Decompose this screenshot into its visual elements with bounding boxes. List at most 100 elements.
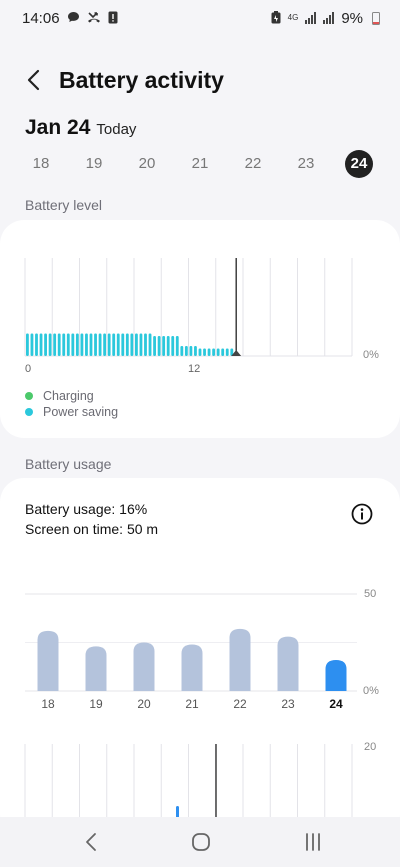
usage-bar-19 [85, 646, 107, 691]
day-item-24[interactable]: 24 [345, 150, 373, 178]
status-right: 4G 9% [271, 10, 380, 27]
battery-usage-chart: 18 19 20 21 22 23 24 50 0% [25, 588, 379, 711]
day-selector: 18 19 20 21 22 23 24 [15, 150, 385, 180]
level-bar [125, 333, 129, 356]
battery-usage-text: Battery usage: 16% [25, 501, 148, 517]
level-bar [39, 333, 43, 356]
usage-bar-22 [229, 628, 251, 691]
battery-icon [372, 11, 380, 25]
level-bar [212, 348, 216, 356]
page-title: Battery activity [59, 67, 224, 93]
usage-y-label-top: 50 [364, 588, 376, 600]
level-bar [130, 333, 134, 356]
usage-x-label-19: 19 [89, 697, 103, 711]
level-bar [180, 346, 184, 356]
day-item-23[interactable]: 23 [292, 150, 320, 178]
level-bar [62, 333, 66, 356]
level-bar [80, 333, 84, 356]
legend-power-saving: Power saving [25, 405, 118, 419]
level-bar [98, 333, 102, 356]
nav-recents-button[interactable] [299, 829, 327, 855]
level-bar [135, 333, 138, 356]
level-bar [75, 333, 79, 356]
level-bar [144, 333, 147, 356]
level-bar [184, 346, 188, 356]
level-bar [85, 333, 88, 356]
alert-icon [108, 11, 118, 26]
legend-power-saving-label: Power saving [43, 405, 119, 419]
day-item-18[interactable]: 18 [27, 150, 55, 178]
level-bar [171, 336, 175, 356]
level-bar [198, 348, 202, 356]
day-item-20[interactable]: 20 [133, 150, 161, 178]
day-item-22[interactable]: 22 [239, 150, 267, 178]
info-icon [351, 503, 373, 525]
back-icon [86, 833, 96, 851]
usage-bar-24 [325, 659, 347, 691]
usage-bar-21 [181, 644, 203, 691]
level-bar [166, 336, 170, 356]
navigation-bar [0, 817, 400, 867]
level-bar [66, 333, 70, 356]
level-bar [207, 348, 211, 356]
level-bar [116, 333, 120, 356]
back-button[interactable] [18, 64, 50, 96]
network-type-label: 4G [287, 13, 299, 22]
signal-icon [305, 12, 317, 24]
level-bar [175, 336, 179, 356]
battery-level-card: 0% 0 12 Charging Power saving [0, 220, 400, 438]
day-item-21[interactable]: 21 [186, 150, 214, 178]
level-bar [89, 333, 93, 356]
level-bar [35, 333, 38, 356]
level-x-label-0: 0 [25, 363, 31, 375]
usage-x-label-18: 18 [41, 697, 55, 711]
usage-x-label-23: 23 [281, 697, 295, 711]
info-button[interactable] [351, 503, 373, 525]
nav-home-button[interactable] [187, 829, 215, 855]
usage-y-label-bottom: 0% [363, 685, 379, 697]
level-bar [30, 333, 34, 356]
level-bar [94, 333, 97, 356]
level-bar [121, 333, 125, 356]
legend-charging-label: Charging [43, 389, 94, 403]
date-sub: Today [96, 121, 137, 138]
day-item-19[interactable]: 19 [80, 150, 108, 178]
legend-charging: Charging [25, 389, 94, 403]
date-main: Jan 24 [25, 116, 91, 139]
level-x-label-12: 12 [188, 363, 200, 375]
hourly-usage-chart: 20 [24, 741, 376, 820]
level-bar [148, 333, 152, 356]
level-bar [53, 333, 57, 356]
level-bar [48, 333, 52, 356]
level-bar [194, 346, 197, 356]
charging-dot [25, 392, 33, 400]
level-bar [216, 348, 220, 356]
home-icon [192, 833, 210, 851]
usage-bar-23 [277, 636, 299, 691]
signal-icon-2 [323, 12, 335, 24]
level-bar [139, 333, 143, 356]
usage-x-label-22: 22 [233, 697, 247, 711]
level-bar [189, 346, 193, 356]
usage-bar-18 [37, 630, 59, 691]
status-left: 14:06 [22, 10, 118, 27]
nav-back-button[interactable] [78, 829, 106, 855]
battery-saver-icon [271, 10, 281, 26]
usage-bar-20 [133, 642, 155, 691]
level-bar [107, 333, 111, 356]
recents-icon [306, 833, 320, 851]
usage-x-label-21: 21 [185, 697, 199, 711]
chevron-left-icon [27, 69, 40, 91]
missed-call-icon [87, 11, 101, 25]
usage-x-label-24: 24 [329, 697, 343, 711]
level-bar [44, 333, 47, 356]
status-bar: 14:06 4G 9% [0, 0, 400, 36]
usage-x-label-20: 20 [137, 697, 151, 711]
hourly-y-label: 20 [364, 741, 376, 753]
level-bar [26, 333, 29, 356]
battery-level-chart: 0% 0 12 [24, 258, 379, 375]
level-bar [221, 348, 225, 356]
level-bar [112, 333, 116, 356]
header: Battery activity [0, 58, 400, 102]
battery-usage-label: Battery usage [25, 456, 112, 472]
